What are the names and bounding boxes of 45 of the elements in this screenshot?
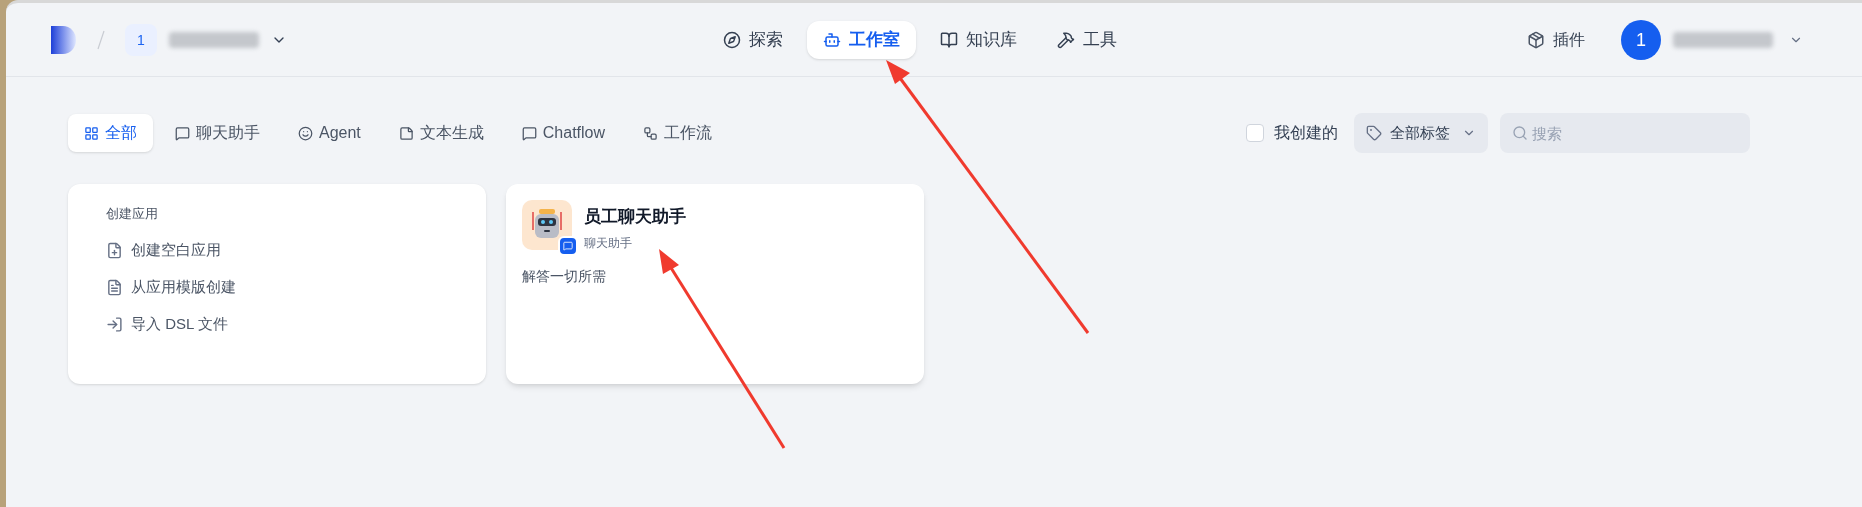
import-icon	[106, 315, 123, 333]
app-card[interactable]: 员工聊天助手 聊天助手 解答一切所需	[506, 184, 924, 384]
avatar[interactable]: 1	[1621, 19, 1661, 60]
workspace-badge[interactable]: 1	[125, 23, 157, 56]
checkbox[interactable]	[1246, 124, 1264, 142]
create-action[interactable]: 从应用模版创建	[106, 268, 236, 306]
chat-icon	[175, 125, 190, 141]
document-icon	[106, 278, 123, 296]
plugins-button[interactable]: 插件	[1527, 27, 1585, 52]
checkbox-label: 我创建的	[1274, 123, 1338, 143]
logo-icon[interactable]	[51, 25, 77, 54]
compass-icon	[723, 30, 741, 49]
nav-tab[interactable]: 知识库	[924, 20, 1033, 59]
app-name: 员工聊天助手	[584, 206, 686, 228]
app-description: 解答一切所需	[522, 266, 607, 286]
filter-tab[interactable]: 聊天助手	[159, 114, 276, 152]
robot-icon	[823, 30, 841, 49]
create-action[interactable]: 导入 DSL 文件	[106, 305, 228, 343]
hammer-icon	[1057, 30, 1075, 49]
flow-icon	[643, 125, 659, 141]
nav-tab[interactable]: 探索	[707, 20, 799, 59]
cube-icon	[1527, 30, 1545, 49]
slash-divider	[97, 29, 105, 50]
tags-dropdown[interactable]: 全部标签	[1354, 113, 1488, 153]
robot-avatar-icon	[522, 200, 572, 250]
search-field[interactable]: 搜索	[1500, 113, 1750, 153]
tag-icon	[1366, 125, 1382, 141]
create-action[interactable]: 创建空白应用	[106, 231, 221, 269]
nav-tab[interactable]: 工具	[1041, 20, 1133, 59]
chat-icon	[521, 125, 537, 141]
book-icon	[940, 30, 958, 49]
filter-tab[interactable]: 工作流	[627, 114, 729, 152]
file-plus-icon	[106, 241, 123, 259]
nav-tab[interactable]: 工作室	[807, 20, 916, 59]
filter-tab[interactable]: 全部	[68, 114, 153, 152]
card-title: 创建应用	[106, 205, 159, 223]
app-type: 聊天助手	[584, 234, 633, 252]
filter-tab[interactable]: Chatflow	[505, 114, 622, 152]
filter-tab[interactable]: 文本生成	[382, 114, 500, 152]
chat-badge-icon	[558, 236, 578, 256]
note-icon	[398, 125, 414, 141]
grid-icon	[84, 125, 99, 141]
face-icon	[298, 125, 313, 141]
filter-tab[interactable]: Agent	[282, 114, 377, 152]
search-icon	[1512, 125, 1528, 141]
